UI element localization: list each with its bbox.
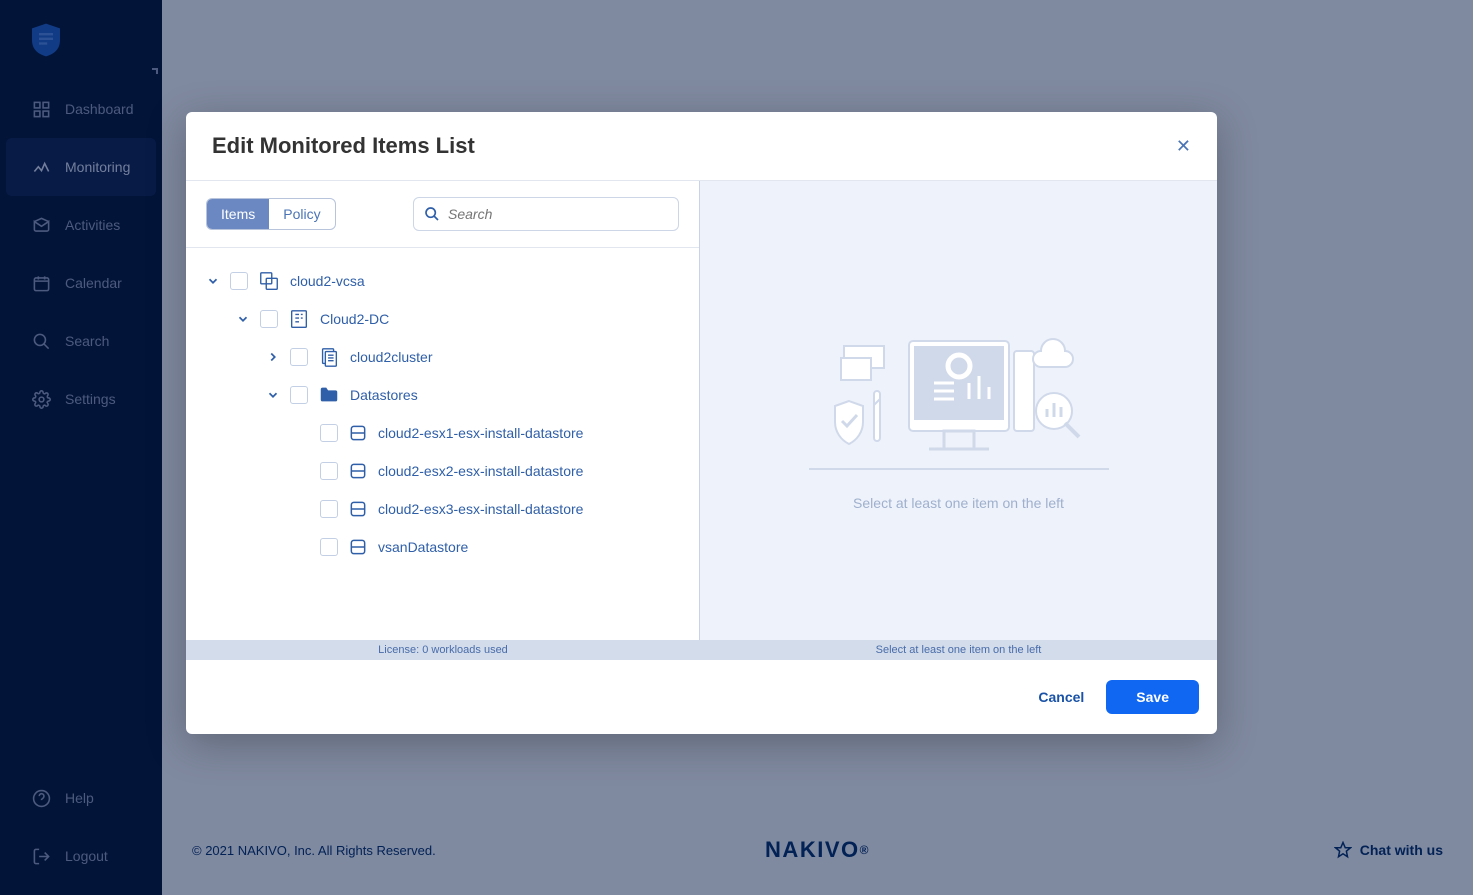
modal-footer: Cancel Save — [186, 660, 1217, 734]
tree-node-datastore[interactable]: cloud2-esx1-esx-install-datastore — [186, 414, 699, 452]
tab-policy[interactable]: Policy — [269, 199, 334, 229]
tree-label: Cloud2-DC — [320, 311, 389, 327]
selection-hint: Select at least one item on the left — [700, 640, 1217, 660]
tree-label: cloud2-esx2-esx-install-datastore — [378, 463, 583, 479]
checkbox[interactable] — [320, 462, 338, 480]
tree-node-datastore[interactable]: cloud2-esx3-esx-install-datastore — [186, 490, 699, 528]
tree-label: cloud2-vcsa — [290, 273, 365, 289]
right-pane: Select at least one item on the left — [700, 181, 1217, 640]
tree-node-datastore[interactable]: vsanDatastore — [186, 528, 699, 566]
folder-icon — [318, 384, 340, 406]
tree-label: cloud2-esx1-esx-install-datastore — [378, 425, 583, 441]
empty-state-illustration — [809, 311, 1109, 471]
cluster-icon — [318, 346, 340, 368]
cancel-button[interactable]: Cancel — [1038, 689, 1084, 705]
datastore-icon — [348, 537, 368, 557]
checkbox[interactable] — [320, 424, 338, 442]
checkbox[interactable] — [320, 500, 338, 518]
datastore-icon — [348, 461, 368, 481]
tree-node-vcsa[interactable]: cloud2-vcsa — [186, 262, 699, 300]
left-pane: Items Policy cloud2-vcsa — [186, 181, 700, 640]
tree-node-datastore[interactable]: cloud2-esx2-esx-install-datastore — [186, 452, 699, 490]
tree-label: Datastores — [350, 387, 418, 403]
view-toggle: Items Policy — [206, 198, 336, 230]
tree-label: vsanDatastore — [378, 539, 468, 555]
license-info: License: 0 workloads used — [186, 640, 700, 660]
tab-items[interactable]: Items — [207, 199, 269, 229]
checkbox[interactable] — [290, 348, 308, 366]
datacenter-icon — [288, 308, 310, 330]
modal-title: Edit Monitored Items List — [212, 133, 475, 159]
chevron-down-icon[interactable] — [266, 388, 280, 402]
tree-label: cloud2-esx3-esx-install-datastore — [378, 501, 583, 517]
tree-node-datastores[interactable]: Datastores — [186, 376, 699, 414]
chevron-down-icon[interactable] — [236, 312, 250, 326]
checkbox[interactable] — [290, 386, 308, 404]
checkbox[interactable] — [230, 272, 248, 290]
vcenter-icon — [258, 270, 280, 292]
search-field[interactable] — [413, 197, 679, 231]
datastore-icon — [348, 423, 368, 443]
modal-header: Edit Monitored Items List ✕ — [186, 112, 1217, 181]
empty-state-message: Select at least one item on the left — [853, 495, 1064, 511]
tree-node-dc[interactable]: Cloud2-DC — [186, 300, 699, 338]
tree-node-cluster[interactable]: cloud2cluster — [186, 338, 699, 376]
save-button[interactable]: Save — [1106, 680, 1199, 714]
checkbox[interactable] — [320, 538, 338, 556]
checkbox[interactable] — [260, 310, 278, 328]
search-icon — [424, 206, 440, 222]
search-input[interactable] — [448, 206, 668, 222]
chevron-right-icon[interactable] — [266, 350, 280, 364]
chevron-down-icon[interactable] — [206, 274, 220, 288]
close-icon[interactable]: ✕ — [1176, 136, 1191, 157]
tree: cloud2-vcsa Cloud2-DC cloud2cluster — [186, 248, 699, 640]
tree-label: cloud2cluster — [350, 349, 433, 365]
datastore-icon — [348, 499, 368, 519]
info-bar: License: 0 workloads used Select at leas… — [186, 640, 1217, 660]
edit-monitored-items-modal: Edit Monitored Items List ✕ Items Policy — [186, 112, 1217, 734]
